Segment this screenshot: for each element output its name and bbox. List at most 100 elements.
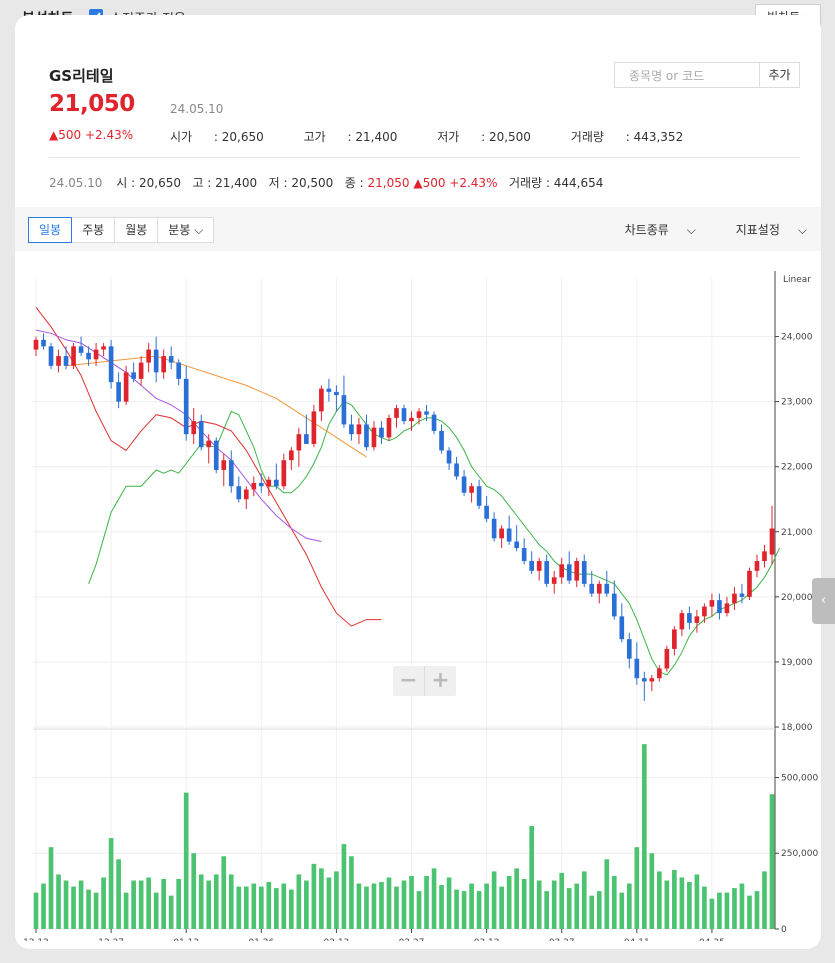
tab-daily[interactable]: 일봉 bbox=[28, 217, 73, 243]
day-close-label: 종 bbox=[344, 176, 356, 190]
volume-label: 거래량 bbox=[570, 130, 604, 144]
volume-tick-label: 0 bbox=[781, 925, 787, 935]
volume-bar bbox=[694, 874, 700, 929]
volume-bar bbox=[296, 874, 302, 929]
candle-body bbox=[251, 482, 257, 490]
add-stock-button[interactable]: 추가 bbox=[759, 62, 800, 88]
volume-bar bbox=[596, 891, 602, 929]
grid bbox=[33, 278, 775, 930]
candle-body bbox=[319, 388, 324, 412]
candle-body bbox=[499, 528, 504, 539]
volume-bar bbox=[551, 880, 557, 929]
candle-body bbox=[213, 440, 219, 470]
date-tick-label: 02.13 bbox=[324, 938, 350, 941]
price-tick-label: 18,000 bbox=[781, 723, 813, 733]
volume-bar bbox=[198, 874, 204, 929]
candle-body bbox=[78, 346, 84, 353]
volume-bar bbox=[386, 877, 392, 929]
volume-bar bbox=[123, 892, 129, 929]
candle-body bbox=[536, 561, 542, 571]
volume-bar bbox=[747, 895, 752, 929]
candle-body bbox=[191, 421, 197, 435]
candle-body bbox=[379, 427, 384, 438]
candle-body bbox=[559, 564, 565, 578]
volume-bar bbox=[48, 847, 54, 929]
volume-tick-label: 500,000 bbox=[781, 773, 818, 783]
low-label: 저가 bbox=[437, 130, 460, 144]
candle-body bbox=[334, 391, 339, 396]
candle-body bbox=[521, 548, 527, 562]
price-tick-label: 24,000 bbox=[781, 333, 813, 343]
candle-body bbox=[401, 408, 407, 422]
volume-bar bbox=[116, 859, 121, 929]
volume-bar bbox=[364, 886, 369, 929]
indicator-settings-dropdown[interactable]: 지표설정 ⌵ bbox=[718, 223, 807, 237]
candle-body bbox=[506, 528, 512, 542]
candle-body bbox=[243, 489, 249, 500]
stock-chart[interactable]: Linear 24,000 23,000 22,000 21,000 20,000 19,… bbox=[15, 251, 821, 941]
candle-body bbox=[71, 346, 76, 366]
candle-body bbox=[694, 616, 700, 623]
candle-body bbox=[108, 346, 114, 383]
scale-label: Linear bbox=[783, 275, 811, 285]
day-low: 20,500 bbox=[291, 176, 334, 190]
candle-body bbox=[123, 372, 129, 402]
tab-monthly[interactable]: 월봉 bbox=[114, 217, 159, 243]
volume-bar bbox=[161, 878, 167, 929]
volume-bar bbox=[702, 886, 707, 929]
candle-body bbox=[101, 346, 106, 350]
zoom-controls: − + bbox=[393, 666, 456, 696]
volume-bar bbox=[717, 892, 722, 929]
tab-minute[interactable]: 분봉 ⌵ bbox=[157, 217, 215, 243]
zoom-out-button[interactable]: − bbox=[393, 666, 424, 696]
open-value: 20,650 bbox=[221, 130, 264, 144]
low-value: 20,500 bbox=[488, 130, 531, 144]
volume-bar bbox=[754, 891, 760, 929]
day-ohlc-row: 24.05.10 시 : 20,650 고 : 21,400 저 : 20,50… bbox=[49, 176, 604, 190]
tab-weekly[interactable]: 주봉 bbox=[71, 217, 116, 243]
volume-bar bbox=[131, 880, 136, 929]
chart-type-dropdown[interactable]: 차트종류 ⌵ bbox=[607, 223, 696, 237]
volume-bar bbox=[289, 889, 294, 929]
day-volume-label: 거래량 bbox=[508, 176, 543, 190]
volume-bar bbox=[191, 853, 197, 929]
candle-body bbox=[574, 561, 580, 581]
candle-body bbox=[641, 678, 647, 682]
candle-body bbox=[161, 356, 167, 373]
volume-bar bbox=[641, 744, 647, 929]
day-change-percent: +2.43% bbox=[449, 176, 498, 190]
volume-bar bbox=[514, 868, 519, 929]
candle-body bbox=[131, 372, 136, 379]
candle-body bbox=[484, 505, 489, 519]
stock-search-input[interactable]: 종목명 or 코드 bbox=[614, 62, 760, 88]
volume-tick-label: 250,000 bbox=[781, 849, 818, 859]
price-tick-label: 21,000 bbox=[781, 528, 813, 538]
side-panel-toggle[interactable]: ‹ bbox=[812, 578, 835, 624]
candle-body bbox=[739, 593, 745, 597]
zoom-in-button[interactable]: + bbox=[425, 666, 456, 696]
volume-bar bbox=[33, 892, 39, 929]
volume-bar bbox=[258, 886, 264, 929]
candle-body bbox=[153, 349, 159, 373]
candle-body bbox=[289, 450, 294, 461]
candle-body bbox=[446, 450, 452, 464]
volume-bar bbox=[71, 886, 76, 929]
volume-bar bbox=[86, 889, 91, 929]
candle-body bbox=[626, 639, 632, 659]
candle-body bbox=[514, 541, 519, 549]
price-tick-label: 22,000 bbox=[781, 463, 813, 473]
volume-bar bbox=[243, 886, 249, 929]
volume-bar bbox=[536, 880, 542, 929]
candle-body bbox=[266, 479, 272, 487]
candle-body bbox=[754, 561, 760, 571]
candle-body bbox=[394, 408, 399, 418]
open-stat: 시가 : 20,650 bbox=[170, 130, 264, 144]
date-tick-label: 02.27 bbox=[399, 938, 425, 941]
date-tick-label: 04.11 bbox=[624, 938, 650, 941]
volume-bar bbox=[273, 888, 279, 929]
volume-bar bbox=[78, 880, 84, 929]
volume-bar bbox=[581, 871, 587, 929]
candle-body bbox=[146, 349, 151, 363]
date-tick-label: 01.26 bbox=[248, 938, 274, 941]
up-triangle-icon: ▲ bbox=[413, 176, 423, 190]
